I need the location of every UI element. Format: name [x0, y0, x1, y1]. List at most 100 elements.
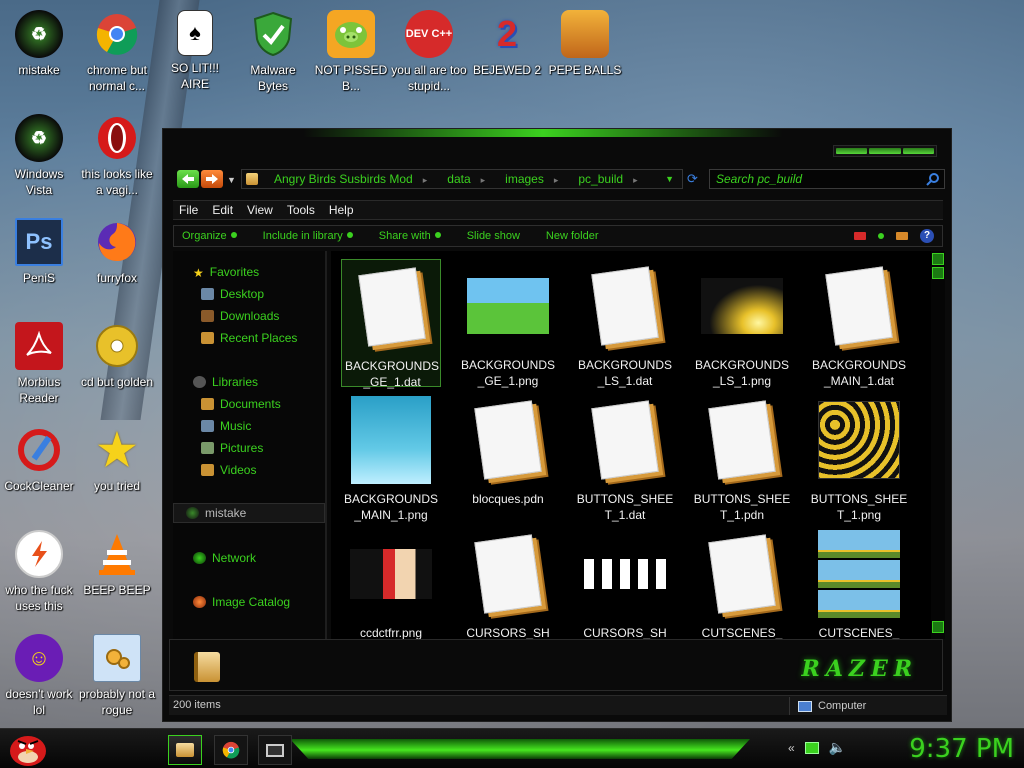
file-item[interactable]: BACKGROUNDS_GE_1.png	[458, 259, 558, 388]
desktop-icon-malwarebytes[interactable]: Malware Bytes	[234, 4, 312, 104]
share-with-button[interactable]: Share with	[379, 230, 441, 242]
breadcrumb[interactable]: Angry Birds Susbirds Mod data images pc_…	[241, 169, 683, 189]
file-item[interactable]: BACKGROUNDS_LS_1.png	[692, 259, 792, 388]
nav-image-catalog-label: Image Catalog	[212, 595, 291, 609]
nav-network-label: Network	[212, 551, 257, 565]
breadcrumb-item[interactable]: Angry Birds Susbirds Mod	[264, 172, 437, 186]
file-item[interactable]: BACKGROUNDS_LS_1.dat	[575, 259, 675, 388]
desktop-icon-rogue[interactable]: probably not a rogue	[78, 628, 156, 728]
nav-documents[interactable]: Documents	[201, 395, 281, 413]
new-folder-button[interactable]: New folder	[546, 230, 599, 242]
file-item[interactable]: blocques.pdn	[458, 393, 558, 521]
vertical-scrollbar[interactable]	[931, 251, 945, 639]
desktop-icon-angrybirds[interactable]: NOT PISSED B...	[312, 4, 390, 104]
menu-edit[interactable]: Edit	[212, 203, 233, 217]
close-button[interactable]	[902, 148, 934, 154]
folder-icon	[176, 743, 194, 757]
desktop-icon-photoshop[interactable]: Ps PeniS	[0, 212, 78, 312]
nav-desktop[interactable]: Desktop	[201, 285, 264, 303]
desktop-icon-pepe[interactable]: PEPE BALLS	[546, 4, 624, 104]
desktop-icon-mistake[interactable]: ♻ mistake	[0, 4, 78, 104]
scroll-down-button[interactable]	[932, 621, 944, 633]
preview-pane-icon[interactable]	[896, 232, 908, 240]
file-item[interactable]: CURSORS_SH	[575, 527, 675, 639]
chevron-down-icon[interactable]: ▼	[665, 174, 682, 184]
file-name: CURSORS_SH	[583, 626, 667, 639]
volume-icon[interactable]: 🔈	[829, 739, 846, 756]
file-item[interactable]: BUTTONS_SHEET_1.png	[809, 393, 909, 522]
file-item[interactable]: CUTSCENES_	[692, 527, 792, 639]
nav-favorites[interactable]: ★ Favorites	[193, 263, 259, 281]
menu-view[interactable]: View	[247, 203, 273, 217]
file-item[interactable]: CURSORS_SH	[458, 527, 558, 639]
file-item[interactable]: CUTSCENES_	[809, 527, 909, 639]
desktop-icon-yahoo[interactable]: ☺ doesn't work lol	[0, 628, 78, 728]
nav-pane-splitter[interactable]	[325, 251, 327, 639]
scroll-thumb[interactable]	[932, 267, 944, 279]
search-icon[interactable]	[926, 172, 940, 186]
nav-music[interactable]: Music	[201, 417, 251, 435]
desktop-icon-devcpp[interactable]: DEV C++ you all are too stupid...	[390, 4, 468, 104]
desktop-icon-firefox[interactable]: furryfox	[78, 212, 156, 312]
nav-downloads[interactable]: Downloads	[201, 307, 279, 325]
nav-network[interactable]: Network	[193, 549, 256, 567]
breadcrumb-item[interactable]: images	[495, 172, 568, 186]
file-item[interactable]: BACKGROUNDS_GE_1.dat	[341, 259, 441, 389]
minimize-button[interactable]	[836, 148, 868, 154]
network-status-icon[interactable]	[804, 741, 819, 754]
desktop-icon-cd-golden[interactable]: cd but golden	[78, 316, 156, 416]
help-icon[interactable]: ?	[920, 229, 934, 243]
file-item[interactable]: BUTTONS_SHEET_1.dat	[575, 393, 675, 522]
forward-button[interactable]	[201, 170, 223, 188]
slide-show-button[interactable]: Slide show	[467, 230, 520, 242]
taskbar-remote-desktop[interactable]	[258, 735, 292, 765]
scroll-up-button[interactable]	[932, 253, 944, 265]
desktop-icon-ccleaner[interactable]: CockCleaner	[0, 420, 78, 520]
desktop-icon-bejeweled[interactable]: 2 BEJEWED 2	[468, 4, 546, 104]
file-item[interactable]: BUTTONS_SHEET_1.pdn	[692, 393, 792, 522]
taskbar-chrome[interactable]	[214, 735, 248, 765]
menu-tools[interactable]: Tools	[287, 203, 315, 217]
back-button[interactable]	[177, 170, 199, 188]
menu-file[interactable]: File	[179, 203, 198, 217]
desktop-icon-vlc[interactable]: BEEP BEEP	[78, 524, 156, 624]
nav-libraries[interactable]: Libraries	[193, 373, 258, 391]
desktop-icon-flash[interactable]: who the fuck uses this	[0, 524, 78, 624]
organize-button[interactable]: Organize	[182, 230, 237, 242]
file-item[interactable]: ccdctfrr.png	[341, 527, 441, 639]
razer-logo: RAZER	[801, 656, 918, 682]
search-input[interactable]	[710, 170, 920, 188]
nav-recent-places[interactable]: Recent Places	[201, 329, 297, 347]
shield-icon	[249, 10, 297, 58]
explorer-window[interactable]: ▼ Angry Birds Susbirds Mod data images p…	[162, 128, 952, 722]
desktop-icon-opera[interactable]: this looks like a vagi...	[78, 108, 156, 208]
file-list[interactable]: BACKGROUNDS_GE_1.dat BACKGROUNDS_GE_1.png…	[331, 251, 931, 639]
desktop-icon-acrobat[interactable]: Morbius Reader	[0, 316, 78, 416]
maximize-button[interactable]	[869, 148, 901, 154]
nav-image-catalog[interactable]: Image Catalog	[193, 593, 290, 611]
desktop-icon-solitaire[interactable]: ♠ SO LIT!!! AIRE	[156, 4, 234, 104]
taskbar-explorer[interactable]	[168, 735, 202, 765]
clock[interactable]: 9:37 PM	[884, 732, 1014, 766]
start-button[interactable]	[4, 731, 52, 767]
view-dropdown-dot-icon[interactable]	[878, 233, 884, 239]
change-view-icon[interactable]	[854, 232, 866, 240]
nav-documents-label: Documents	[220, 397, 281, 411]
include-in-library-button[interactable]: Include in library	[263, 230, 353, 242]
search-box[interactable]	[709, 169, 945, 189]
nav-videos[interactable]: Videos	[201, 461, 256, 479]
nav-pictures[interactable]: Pictures	[201, 439, 263, 457]
desktop-icon-chrome[interactable]: chrome but normal c...	[78, 4, 156, 104]
breadcrumb-item[interactable]: pc_build	[568, 172, 647, 186]
nav-user-mistake[interactable]: mistake	[173, 503, 325, 523]
file-item[interactable]: BACKGROUNDS_MAIN_1.dat	[809, 259, 909, 388]
desktop-icon-windows-vista[interactable]: ♻ Windows Vista	[0, 108, 78, 208]
breadcrumb-item[interactable]: data	[437, 172, 495, 186]
water-image-thumb	[351, 396, 431, 484]
refresh-icon[interactable]: ⟳	[687, 171, 698, 187]
recent-pages-chevron-icon[interactable]: ▼	[227, 175, 236, 185]
menu-help[interactable]: Help	[329, 203, 354, 217]
desktop-icon-you-tried[interactable]: ★ you tried	[78, 420, 156, 520]
show-hidden-icons-icon[interactable]: «	[788, 741, 795, 755]
file-item[interactable]: BACKGROUNDS_MAIN_1.png	[341, 393, 441, 522]
